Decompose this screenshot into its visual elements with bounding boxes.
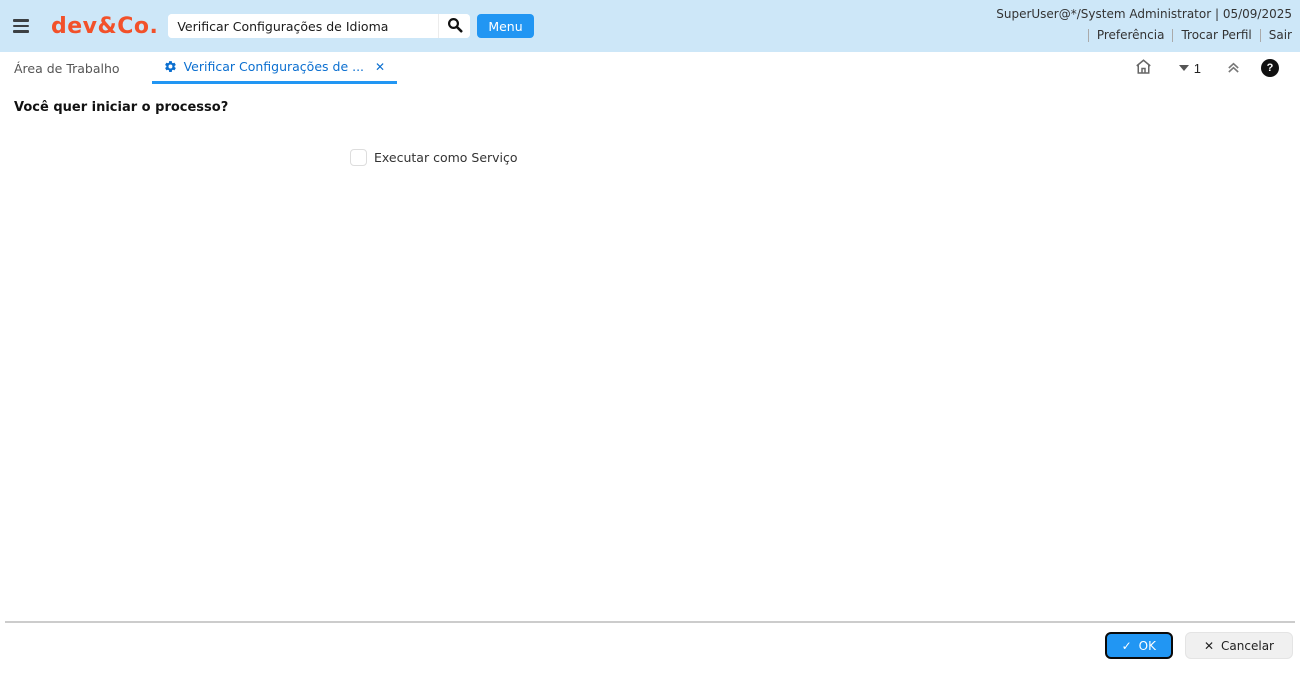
process-question: Você quer iniciar o processo? [14,100,229,115]
caret-down-icon [1178,65,1189,71]
tab-verify-language-settings[interactable]: Verificar Configurações de ... ✕ [151,52,398,84]
cancel-button[interactable]: ✕ Cancelar [1184,632,1293,659]
x-icon: ✕ [1203,638,1215,653]
search-button[interactable] [438,14,471,38]
tab-workspace[interactable]: Área de Trabalho [4,52,130,84]
divider [1259,28,1261,42]
double-chevron-up-icon [1225,59,1242,78]
topbar: dev&Co. Menu SuperUser@*/System Administ… [0,0,1300,52]
divider [1172,28,1174,42]
search-icon [447,17,463,36]
tabbar: Área de Trabalho Verificar Configurações… [0,52,1300,84]
run-as-service-row: Executar como Serviço [350,149,1286,166]
dialog-footer: ✓ OK ✕ Cancelar [0,621,1300,674]
menu-button[interactable]: Menu [477,14,534,38]
home-button[interactable] [1134,58,1153,79]
gear-icon [164,60,177,73]
check-icon: ✓ [1121,638,1132,653]
divider [1087,28,1089,42]
hamburger-menu-icon[interactable] [13,15,35,37]
ok-button[interactable]: ✓ OK [1104,632,1173,659]
logout-link[interactable]: Sair [1269,28,1292,42]
tab-label: Verificar Configurações de ... [183,59,365,74]
home-icon [1134,58,1153,79]
collapse-all-button[interactable] [1225,59,1242,78]
window-count: 1 [1193,60,1201,76]
user-info: SuperUser@*/System Administrator | 05/09… [996,7,1292,21]
process-dialog: Você quer iniciar o processo? Executar c… [0,84,1300,166]
topbar-user-area: SuperUser@*/System Administrator | 05/09… [996,7,1292,42]
search-input[interactable] [168,14,439,38]
preference-link[interactable]: Preferência [1097,28,1165,42]
ok-button-label: OK [1138,638,1156,653]
cancel-button-label: Cancelar [1221,638,1274,653]
help-button[interactable]: ? [1261,59,1279,77]
help-icon: ? [1261,59,1279,77]
run-as-service-checkbox[interactable] [350,149,367,166]
run-as-service-label: Executar como Serviço [374,150,518,165]
global-search [168,14,471,38]
tab-close-icon[interactable]: ✕ [375,60,385,74]
app-logo[interactable]: dev&Co. [51,14,158,39]
window-list-dropdown[interactable]: 1 [1178,60,1201,76]
change-role-link[interactable]: Trocar Perfil [1181,28,1251,42]
